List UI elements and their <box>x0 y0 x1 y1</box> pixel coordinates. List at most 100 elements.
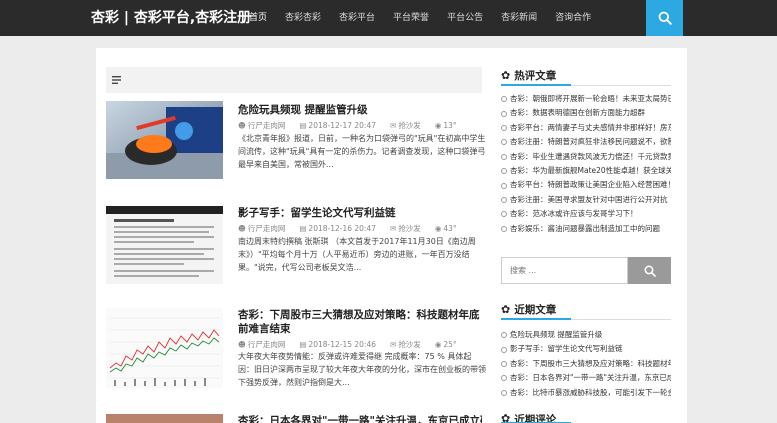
recent-articles-heading: ✿ 近期文章 <box>501 300 671 320</box>
list-item-label: 杏彩注册：特朗普对疯狂非法移民问题说不，欲制 <box>510 137 671 147</box>
list-item[interactable]: 杏彩注册：美国寻求盟友针对中国进行公开对抗 <box>501 193 671 207</box>
breadcrumb <box>106 67 482 93</box>
meta-source-text: 行尸走肉网 <box>247 121 286 130</box>
meta-source[interactable]: ☻ 行尸走肉网 <box>238 339 285 350</box>
user-icon: ☻ <box>238 121 246 130</box>
list-item[interactable]: 杏彩娱乐：酱油问题暴露出制造加工中的问题 <box>501 222 671 236</box>
article-item: 杏彩：下周股市三大猜想及应对策略：科技题材年底前难言结束 ☻ 行尸走肉网 ▤ 201… <box>106 308 486 394</box>
user-icon: ☻ <box>238 224 246 233</box>
list-item-label: 杏彩：毕业生遭遇贷款风波无力偿还！千元贷款竟 <box>510 151 671 161</box>
list-item-label: 杏彩：日本各界对"一带一路"关注升温，东京已成 <box>510 373 671 383</box>
meta-views-text: 25° <box>443 340 457 349</box>
recent-articles-list: 危险玩具频现 提醒监管升级 影子写手：留学生论文代写利益链 杏彩：下周股市三大猜… <box>501 328 671 400</box>
list-item[interactable]: 杏彩：下周股市三大猜想及应对策略：科技题材年 <box>501 357 671 371</box>
sidebar-search-input[interactable] <box>501 257 628 284</box>
article-title[interactable]: 影子写手：留学生论文代写利益链 <box>238 206 486 220</box>
article-title[interactable]: 杏彩：下周股市三大猜想及应对策略：科技题材年底前难言结束 <box>238 308 486 336</box>
bullet-icon <box>501 96 507 103</box>
bullet-icon <box>501 389 507 396</box>
nav-announcements[interactable]: 平台公告 <box>438 0 492 36</box>
meta-views: ◉ 43° <box>435 223 457 234</box>
list-item[interactable]: 危险玩具频现 提醒监管升级 <box>501 328 671 342</box>
article-meta: ☻ 行尸走肉网 ▤ 2018-12-17 20:47 ✉ 抢沙发 ◉ 13° <box>238 120 457 131</box>
header-search-button[interactable] <box>646 0 683 36</box>
stock-chart-photo <box>106 308 223 388</box>
eye-icon: ◉ <box>434 340 442 349</box>
nav-xingcai[interactable]: 杏彩杏彩 <box>276 0 330 36</box>
bullet-icon <box>501 110 507 117</box>
article-thumbnail[interactable] <box>106 206 223 284</box>
article-thumbnail[interactable] <box>106 101 223 179</box>
meta-source[interactable]: ☻ 行尸走肉网 <box>238 120 285 131</box>
article-item: 杏彩：日本各界对"一带一路"关注升温，东京已成立研究... <box>106 414 482 423</box>
list-item[interactable]: 杏彩注册：特朗普对疯狂非法移民问题说不，欲制 <box>501 135 671 149</box>
bullet-icon <box>501 196 507 203</box>
list-item[interactable]: 杏彩：朝俄即将开展新一轮会晤！未来亚太局势已 <box>501 92 671 106</box>
nav-honors[interactable]: 平台荣誉 <box>384 0 438 36</box>
toy-photo <box>106 101 223 179</box>
document-photo <box>106 206 223 284</box>
list-item[interactable]: 杏彩：范冰冰或许应该与发哥学习下！ <box>501 207 671 221</box>
bullet-icon <box>501 211 507 218</box>
list-item[interactable]: 杏彩平台：特朗普政策让美国企业陷入经营困难！ <box>501 178 671 192</box>
meta-date-text: 2018-12-15 20:46 <box>308 340 377 349</box>
article-item: 影子写手：留学生论文代写利益链 ☻ 行尸走肉网 ▤ 2018-12-16 20:47… <box>106 206 482 288</box>
list-item-label: 杏彩：比特币暴涨威胁科技股，可能引发下一轮金 <box>510 387 671 397</box>
article-thumbnail[interactable] <box>106 414 223 423</box>
list-item-label: 影子写手：留学生论文代写利益链 <box>510 344 623 354</box>
user-icon: ☻ <box>238 340 246 349</box>
nav-cooperation[interactable]: 咨询合作 <box>546 0 600 36</box>
list-item[interactable]: 杏彩：数据表明德国在创新方面能力超群 <box>501 106 671 120</box>
eye-icon: ◉ <box>434 121 442 130</box>
list-item-label: 杏彩注册：美国寻求盟友针对中国进行公开对抗 <box>510 194 668 204</box>
list-item[interactable]: 杏彩：华为最新旗舰Mate20性能卓越！获全球关注 <box>501 164 671 178</box>
recent-comments-heading: ✿ 近期评论 <box>501 412 671 423</box>
hot-articles-heading: ✿ 热评文章 <box>501 66 671 86</box>
nav-home[interactable]: 首页 <box>240 0 276 36</box>
recent-articles-title: 近期文章 <box>514 304 557 316</box>
comment-icon: ✉ <box>390 224 397 233</box>
search-icon <box>658 11 672 25</box>
eye-icon: ◉ <box>434 224 442 233</box>
sidebar-search-button[interactable] <box>628 257 671 284</box>
meta-source[interactable]: ☻ 行尸走肉网 <box>238 223 285 234</box>
meta-comments-text: 抢沙发 <box>398 224 421 233</box>
bullet-icon <box>501 153 507 160</box>
list-icon <box>112 76 121 84</box>
meta-date: ▤ 2018-12-17 20:47 <box>299 120 376 131</box>
list-item-label: 杏彩：范冰冰或许应该与发哥学习下！ <box>510 209 638 219</box>
nav-news[interactable]: 杏彩新闻 <box>492 0 546 36</box>
meta-comments[interactable]: ✉ 抢沙发 <box>390 120 421 131</box>
meta-views-text: 13° <box>443 121 457 130</box>
list-item[interactable]: 影子写手：留学生论文代写利益链 <box>501 342 671 356</box>
calendar-icon: ▤ <box>299 340 307 349</box>
nav-platform[interactable]: 杏彩平台 <box>330 0 384 36</box>
article-thumbnail[interactable] <box>106 308 223 388</box>
list-item[interactable]: 杏彩：日本各界对"一带一路"关注升温，东京已成 <box>501 371 671 385</box>
meta-comments[interactable]: ✉ 抢沙发 <box>390 223 421 234</box>
list-item-label: 杏彩：华为最新旗舰Mate20性能卓越！获全球关注 <box>510 165 671 175</box>
meta-views-text: 43° <box>443 224 457 233</box>
site-brand[interactable]: 杏彩 | 杏彩平台,杏彩注册 <box>91 0 251 36</box>
search-icon <box>644 265 656 277</box>
list-item[interactable]: 杏彩：毕业生遭遇贷款风波无力偿还！千元贷款竟 <box>501 150 671 164</box>
list-item[interactable]: 杏彩：比特币暴涨威胁科技股，可能引发下一轮金 <box>501 386 671 400</box>
hot-articles-title: 热评文章 <box>514 70 557 82</box>
calendar-icon: ▤ <box>299 224 307 233</box>
comment-icon: ✉ <box>390 340 397 349</box>
bullet-icon <box>501 346 507 353</box>
meta-comments[interactable]: ✉ 抢沙发 <box>390 339 421 350</box>
list-item-label: 危险玩具频现 提醒监管升级 <box>510 330 603 339</box>
article-meta: ☻ 行尸走肉网 ▤ 2018-12-15 20:46 ✉ 抢沙发 ◉ 25° <box>238 339 457 350</box>
bullet-icon <box>501 225 507 232</box>
article-title[interactable]: 杏彩：日本各界对"一带一路"关注升温，东京已成立研究... <box>238 414 482 423</box>
article-title[interactable]: 危险玩具频现 提醒监管升级 <box>238 103 486 117</box>
list-item-label: 杏彩：下周股市三大猜想及应对策略：科技题材年 <box>510 358 671 368</box>
list-item[interactable]: 杏彩平台：两情妻子与丈夫感情并非那样好！房东 <box>501 121 671 135</box>
bullet-icon <box>501 168 507 175</box>
star-icon: ✿ <box>501 69 511 82</box>
meta-views: ◉ 13° <box>435 120 457 131</box>
comment-icon: ✉ <box>390 121 397 130</box>
meta-source-text: 行尸走肉网 <box>247 340 286 349</box>
bullet-icon <box>501 124 507 131</box>
